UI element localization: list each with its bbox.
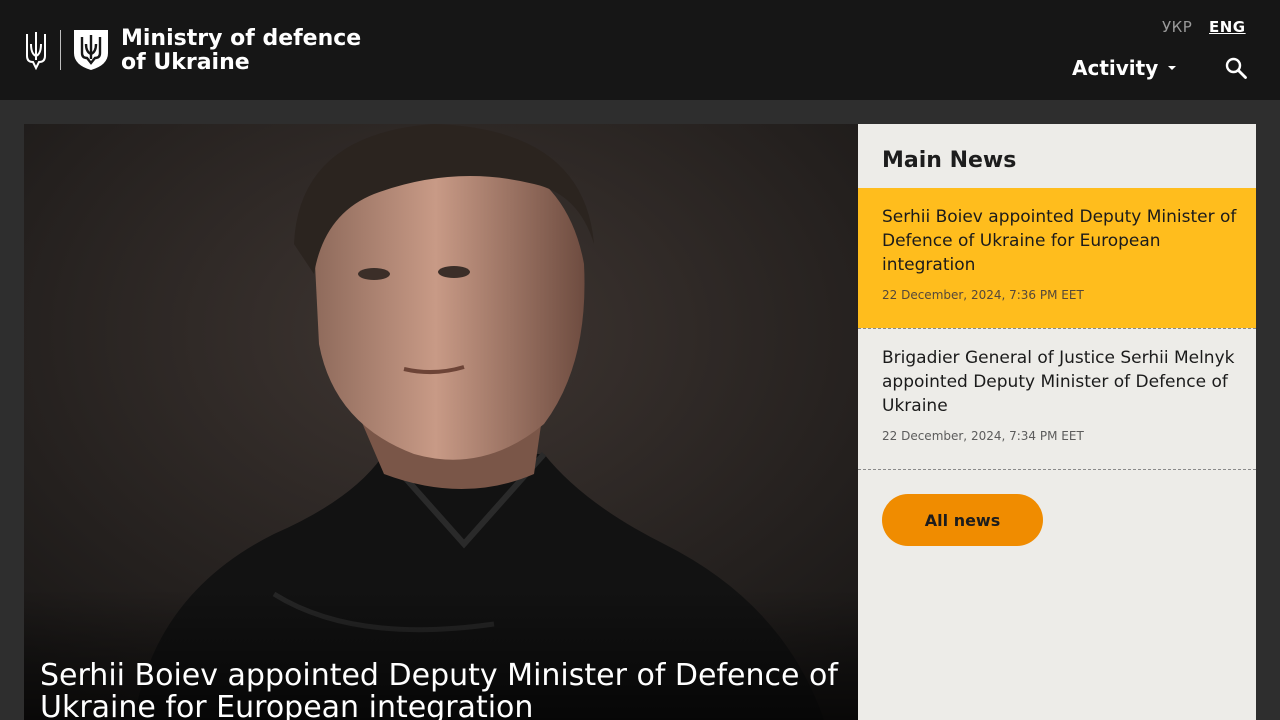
- site-brand-name[interactable]: Ministry of defence of Ukraine: [121, 27, 361, 75]
- all-news-button[interactable]: All news: [882, 494, 1043, 546]
- nav-activity-label: Activity: [1072, 56, 1159, 80]
- news-item-title[interactable]: Serhii Boiev appointed Deputy Minister o…: [882, 205, 1238, 277]
- logo-divider: [60, 30, 61, 70]
- brand-line-1: Ministry of defence: [121, 26, 362, 51]
- shield-logo-icon[interactable]: [73, 29, 109, 71]
- hero-news-card[interactable]: Serhii Boiev appointed Deputy Minister o…: [24, 124, 858, 720]
- main-news-heading: Main News: [882, 148, 1017, 173]
- trident-icon[interactable]: [24, 30, 48, 70]
- brand-line-2: of Ukraine: [121, 50, 250, 75]
- hero-portrait-image: [24, 124, 858, 720]
- news-list-item[interactable]: Brigadier General of Justice Serhii Meln…: [858, 329, 1256, 469]
- news-list-item[interactable]: Serhii Boiev appointed Deputy Minister o…: [858, 188, 1256, 328]
- language-eng-link[interactable]: ENG: [1209, 18, 1246, 36]
- site-header: Ministry of defence of Ukraine УКР ENG A…: [0, 0, 1280, 100]
- main-news-panel: Main News Serhii Boiev appointed Deputy …: [858, 124, 1256, 720]
- news-item-date: 22 December, 2024, 7:36 PM EET: [882, 288, 1084, 302]
- search-icon[interactable]: [1224, 56, 1248, 80]
- nav-activity-menu[interactable]: Activity: [1072, 56, 1177, 80]
- news-item-title[interactable]: Brigadier General of Justice Serhii Meln…: [882, 346, 1238, 418]
- hero-news-title[interactable]: Serhii Boiev appointed Deputy Minister o…: [40, 660, 840, 720]
- news-divider: [858, 469, 1256, 470]
- language-ukr-link[interactable]: УКР: [1162, 18, 1192, 36]
- chevron-down-icon: [1168, 66, 1177, 70]
- news-item-date: 22 December, 2024, 7:34 PM EET: [882, 429, 1084, 443]
